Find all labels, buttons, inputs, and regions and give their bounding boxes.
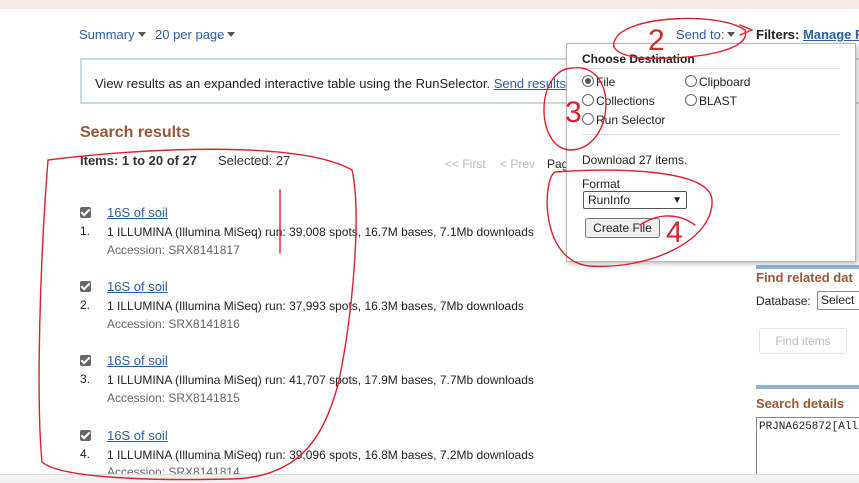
- result-number: 4.: [80, 447, 91, 461]
- destination-label: BLAST: [699, 94, 738, 108]
- result-description: 1 ILLUMINA (Illumina MiSeq) run: 39,096 …: [107, 448, 534, 462]
- create-file-button[interactable]: Create File: [585, 218, 660, 238]
- per-page-label: 20 per page: [155, 27, 225, 42]
- result-number: 1.: [80, 224, 91, 238]
- result-description: 1 ILLUMINA (Illumina MiSeq) run: 39,008 …: [107, 225, 534, 239]
- result-checkbox[interactable]: [80, 355, 91, 366]
- destination-collections[interactable]: Collections: [582, 94, 655, 108]
- database-select[interactable]: Select: [817, 291, 859, 310]
- find-items-button[interactable]: Find items: [759, 328, 847, 354]
- result-accession: Accession: SRX8141816: [107, 317, 240, 331]
- destination-label: Collections: [596, 94, 655, 108]
- chevron-down-icon: [227, 32, 236, 37]
- manage-filters-link[interactable]: Manage F: [803, 27, 859, 42]
- sidebar-divider: [756, 385, 859, 389]
- filters-bar: Filters: Manage F: [756, 27, 859, 42]
- summary-label: Summary: [79, 27, 135, 42]
- chevron-down-icon: [137, 32, 146, 37]
- summary-dropdown[interactable]: Summary: [79, 27, 146, 42]
- result-title-link[interactable]: 16S of soil: [107, 205, 168, 220]
- download-count-text: Download 27 items.: [582, 153, 688, 167]
- result-checkbox[interactable]: [80, 207, 91, 218]
- format-select[interactable]: RunInfo ▼: [583, 191, 687, 209]
- result-description: 1 ILLUMINA (Illumina MiSeq) run: 41,707 …: [107, 373, 534, 387]
- destination-run-selector[interactable]: Run Selector: [582, 113, 665, 127]
- destination-blast[interactable]: BLAST: [685, 94, 737, 108]
- notice-text: View results as an expanded interactive …: [95, 76, 491, 91]
- send-to-label: Send to:: [676, 27, 725, 42]
- result-accession: Accession: SRX8141817: [107, 243, 240, 257]
- result-number: 2.: [80, 298, 91, 312]
- radio-icon: [685, 75, 697, 87]
- destination-clipboard[interactable]: Clipboard: [685, 75, 750, 89]
- radio-icon: [582, 113, 594, 125]
- format-select-value: RunInfo: [588, 193, 631, 207]
- destination-file[interactable]: File: [582, 75, 615, 89]
- result-checkbox[interactable]: [80, 281, 91, 292]
- sidebar-divider: [756, 265, 859, 269]
- send-to-popup: Choose Destination File Clipboard Collec…: [566, 43, 856, 262]
- database-label: Database:: [756, 294, 811, 308]
- result-number: 3.: [80, 372, 91, 386]
- radio-icon: [685, 94, 697, 106]
- result-description: 1 ILLUMINA (Illumina MiSeq) run: 37,993 …: [107, 299, 524, 313]
- format-label: Format: [582, 177, 621, 191]
- search-details-textbox[interactable]: PRJNA625872[All: [756, 417, 859, 477]
- popup-divider: [582, 68, 840, 69]
- filters-label: Filters:: [756, 27, 800, 42]
- destination-label: Clipboard: [699, 75, 751, 89]
- top-banner: [0, 0, 859, 9]
- result-title-link[interactable]: 16S of soil: [107, 353, 168, 368]
- radio-selected-icon: [582, 75, 594, 87]
- result-title-link[interactable]: 16S of soil: [107, 428, 168, 443]
- result-checkbox[interactable]: [80, 430, 91, 441]
- destination-label: Run Selector: [596, 113, 666, 127]
- send-to-dropdown[interactable]: Send to:: [676, 27, 736, 42]
- choose-destination-heading: Choose Destination: [582, 52, 695, 66]
- selected-count: Selected: 27: [218, 153, 291, 168]
- items-count: Items: 1 to 20 of 27: [80, 153, 198, 168]
- find-related-heading: Find related dat: [756, 270, 853, 285]
- chevron-down-icon: ▼: [672, 195, 682, 206]
- destination-label: File: [596, 75, 616, 89]
- per-page-dropdown[interactable]: 20 per page: [155, 27, 236, 42]
- send-results-link[interactable]: Send results: [494, 76, 566, 91]
- popup-divider: [582, 134, 840, 135]
- result-accession: Accession: SRX8141815: [107, 391, 240, 405]
- pager-prev[interactable]: < Prev: [500, 157, 535, 171]
- search-results-heading: Search results: [80, 124, 191, 141]
- pager-first[interactable]: << First: [445, 157, 486, 171]
- chevron-down-icon: [727, 32, 736, 37]
- search-details-heading: Search details: [756, 396, 845, 411]
- result-title-link[interactable]: 16S of soil: [107, 279, 168, 294]
- radio-icon: [582, 94, 594, 106]
